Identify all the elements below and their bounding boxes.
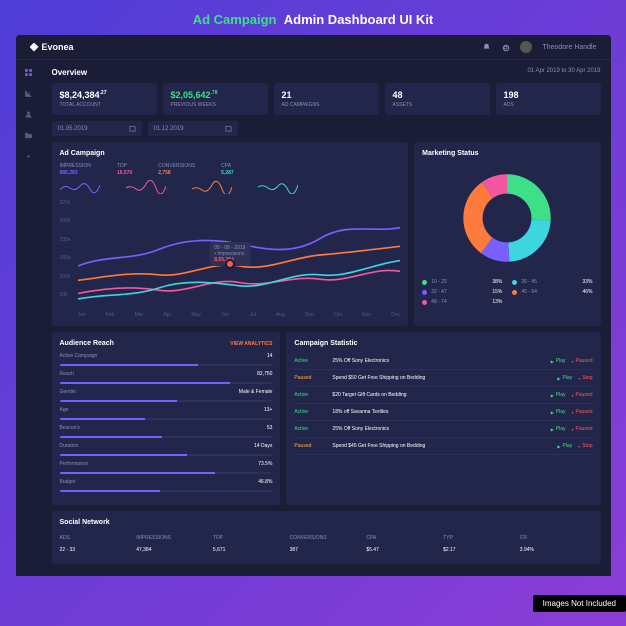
- stop-button[interactable]: Stop: [578, 375, 592, 381]
- play-button[interactable]: Play: [557, 375, 572, 381]
- app-window: Evonea Theodore Handle Overview 01 Apr 2…: [16, 35, 611, 576]
- panel-title: Audience Reach: [60, 340, 114, 347]
- table-row: 22 - 3347,3845,671387$5.47$2.173.94%: [60, 544, 593, 556]
- panel-title: Campaign Statistic: [294, 340, 592, 347]
- stop-button[interactable]: Paused: [572, 426, 593, 432]
- audience-row: Duration14 Days: [60, 443, 273, 456]
- stat-card[interactable]: 48ASSETS: [385, 83, 490, 115]
- audience-panel: Audience Reach VIEW ANALYTICS Active Cam…: [52, 332, 281, 505]
- stop-button[interactable]: Paused: [572, 409, 593, 415]
- folder-icon[interactable]: [24, 131, 33, 140]
- users-icon[interactable]: [24, 110, 33, 119]
- panel-title: Social Network: [60, 519, 593, 526]
- settings-icon[interactable]: [24, 152, 33, 161]
- stat-card[interactable]: 21AD CAMPAIGNS: [274, 83, 379, 115]
- campaign-row: Active18% off Savanna TextilesPlayPaused: [294, 404, 592, 421]
- legend-item: 10 - 2538%: [422, 279, 502, 285]
- notification-icon[interactable]: [482, 43, 491, 52]
- play-button[interactable]: Play: [557, 443, 572, 449]
- chart-marker: [225, 259, 235, 269]
- avatar[interactable]: [520, 41, 532, 53]
- stat-card[interactable]: $8,24,384.27TOTAL ACCOUNT: [52, 83, 157, 115]
- topbar-right: Theodore Handle: [482, 41, 596, 53]
- audience-row: Budget46.8%: [60, 479, 273, 492]
- audience-row: Age13+: [60, 407, 273, 420]
- chart-metric: CPA5,287: [221, 163, 234, 176]
- date-from[interactable]: 01.05.2019: [52, 121, 142, 136]
- audience-row: Performance73.5%: [60, 461, 273, 474]
- play-button[interactable]: Play: [551, 358, 566, 364]
- campaign-row: PausedSpend $50 Get Free Shipping on Bed…: [294, 370, 592, 387]
- dashboard-icon[interactable]: [24, 68, 33, 77]
- chart-metric: TOP18,570: [117, 163, 132, 176]
- calendar-icon: [129, 125, 136, 132]
- social-panel: Social Network ADSIMPRESSIONSTOPCONVERSI…: [52, 511, 601, 564]
- user-name[interactable]: Theodore Handle: [542, 44, 596, 51]
- date-to[interactable]: 01.12.2019: [148, 121, 238, 136]
- audience-row: GenderMale & Female: [60, 389, 273, 402]
- sidebar: [16, 60, 42, 576]
- campaign-row: Active$20 Target Gift Cards on BeddingPl…: [294, 387, 592, 404]
- play-button[interactable]: Play: [551, 426, 566, 432]
- stat-cards: $8,24,384.27TOTAL ACCOUNT$2,05,642.78PRE…: [52, 83, 601, 115]
- line-chart[interactable]: 520k340k235k180k100k50k 05 - 08 - 2019 •…: [60, 200, 401, 310]
- legend-item: 48 - 7413%: [422, 299, 502, 305]
- stop-button[interactable]: Paused: [572, 392, 593, 398]
- campaign-row: Active25% Off Sony ElectronicsPlayPaused: [294, 421, 592, 438]
- chart-icon[interactable]: [24, 89, 33, 98]
- stop-button[interactable]: Paused: [572, 358, 593, 364]
- stat-card[interactable]: 198ADS: [496, 83, 601, 115]
- panel-title: Marketing Status: [422, 150, 592, 157]
- audience-row: Active Campaign14: [60, 353, 273, 366]
- images-not-included-badge: Images Not Included: [533, 595, 626, 612]
- banner-title: Ad Campaign Admin Dashboard UI Kit: [0, 0, 626, 35]
- view-analytics-link[interactable]: VIEW ANALYTICS: [230, 341, 272, 347]
- stop-button[interactable]: Stop: [578, 443, 592, 449]
- brand-logo[interactable]: Evonea: [30, 42, 74, 52]
- date-range[interactable]: 01 Apr 2019 to 30 Apr 2019: [527, 68, 600, 74]
- audience-row: Beacon's53: [60, 425, 273, 438]
- legend-item: 32 - 4715%: [422, 289, 502, 295]
- legend-item: 26 - 4533%: [512, 279, 592, 285]
- calendar-icon: [225, 125, 232, 132]
- marketing-panel: Marketing Status 10 - 2538% 26 - 4533% 32 …: [414, 142, 600, 326]
- topbar: Evonea Theodore Handle: [16, 35, 611, 60]
- campaign-row: PausedSpend $45 Get Free Shipping on Bed…: [294, 438, 592, 455]
- ad-campaign-panel: Ad Campaign IMPRESSION985,283 TOP18,570 CO…: [52, 142, 409, 326]
- donut-chart[interactable]: [422, 163, 592, 273]
- legend-item: 45 - 6446%: [512, 289, 592, 295]
- campaign-panel: Campaign Statistic Active25% Off Sony El…: [286, 332, 600, 505]
- chart-metric: IMPRESSION985,283: [60, 163, 91, 176]
- chart-metric: CONVERSIONS2,758: [158, 163, 195, 176]
- play-button[interactable]: Play: [551, 409, 566, 415]
- main-content: Overview 01 Apr 2019 to 30 Apr 2019 $8,2…: [42, 60, 611, 576]
- play-button[interactable]: Play: [551, 392, 566, 398]
- gear-icon[interactable]: [501, 43, 510, 52]
- panel-title: Ad Campaign: [60, 150, 401, 157]
- audience-row: Reach82,750: [60, 371, 273, 384]
- overview-title: Overview: [52, 68, 88, 77]
- stat-card[interactable]: $2,05,642.78PREVIOUS WEEKS: [163, 83, 268, 115]
- campaign-row: Active25% Off Sony ElectronicsPlayPaused: [294, 353, 592, 370]
